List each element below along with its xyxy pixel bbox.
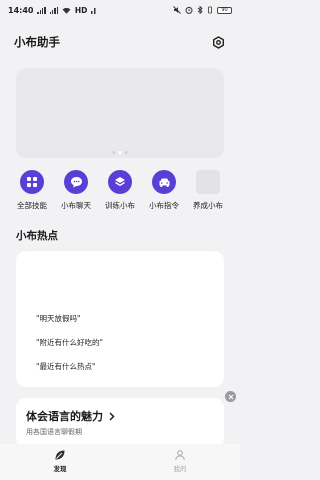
signal-icon	[37, 6, 46, 14]
settings-hexagon-icon	[212, 35, 224, 49]
hot-topic-item[interactable]: "明天放假吗"	[36, 313, 80, 324]
chat-bubble-icon	[64, 170, 88, 194]
leaf-icon	[55, 450, 65, 460]
layers-icon	[108, 170, 132, 194]
skill-commands[interactable]: 小布指令	[142, 170, 186, 211]
bluetooth-icon	[197, 6, 203, 14]
promo-subtitle: 用各国语言聊假期	[26, 428, 82, 436]
skill-all-skills[interactable]: 全部技能	[10, 170, 54, 211]
skills-row: 全部技能 小布聊天 训练小布 小布指令 养成小布	[10, 170, 230, 211]
hot-topic-item[interactable]: "最近有什么热点"	[36, 361, 95, 372]
status-left: 14:40 HD	[8, 6, 96, 15]
chevron-right-icon	[109, 411, 115, 421]
nav-mine[interactable]: 我的	[120, 444, 240, 480]
skill-label: 训练小布	[105, 201, 135, 210]
skill-raise[interactable]: 养成小布	[186, 170, 230, 211]
carousel-dots	[112, 151, 128, 154]
skill-label: 小布聊天	[61, 201, 91, 210]
promo-card[interactable]: 体会语言的魅力 用各国语言聊假期	[16, 398, 224, 448]
page-title: 小布助手	[14, 35, 60, 49]
status-time: 14:40	[8, 5, 34, 15]
close-button[interactable]	[225, 391, 236, 402]
nav-discover[interactable]: 发现	[0, 444, 120, 480]
hot-topics-card: "明天放假吗" "附近有什么好吃的" "最近有什么热点"	[16, 251, 224, 387]
placeholder-icon	[196, 170, 220, 194]
bottom-nav: 发现 我的	[0, 444, 240, 480]
close-icon	[228, 394, 233, 399]
carousel-dot	[112, 151, 116, 154]
wifi-icon	[62, 7, 71, 14]
person-icon	[175, 450, 185, 461]
alarm-icon	[185, 6, 193, 14]
hot-topic-item[interactable]: "附近有什么好吃的"	[36, 337, 103, 348]
skill-label: 养成小布	[193, 201, 223, 210]
status-right: 90	[173, 6, 232, 14]
settings-button[interactable]	[210, 34, 226, 50]
nav-label: 发现	[53, 465, 67, 473]
car-icon	[152, 170, 176, 194]
skill-chat[interactable]: 小布聊天	[54, 170, 98, 211]
header: 小布助手	[0, 30, 240, 54]
status-bar: 14:40 HD 90	[0, 0, 240, 20]
skill-train[interactable]: 训练小布	[98, 170, 142, 211]
signal-icon-2	[49, 6, 58, 14]
banner-carousel[interactable]	[16, 68, 224, 158]
grid-icon	[20, 170, 44, 194]
battery-icon: 90	[217, 6, 232, 14]
nav-label: 我的	[173, 465, 187, 473]
network-label: HD	[74, 5, 88, 15]
promo-title-row: 体会语言的魅力	[26, 408, 224, 424]
vibrate-icon	[208, 6, 212, 14]
skill-label: 小布指令	[149, 201, 179, 210]
carousel-dot	[124, 151, 128, 154]
carousel-dot-active	[118, 151, 122, 154]
skill-label: 全部技能	[17, 201, 47, 210]
hot-section-title: 小布热点	[16, 230, 58, 242]
promo-title: 体会语言的魅力	[26, 410, 103, 423]
signal-small-icon	[91, 7, 96, 14]
mute-icon	[173, 6, 181, 14]
